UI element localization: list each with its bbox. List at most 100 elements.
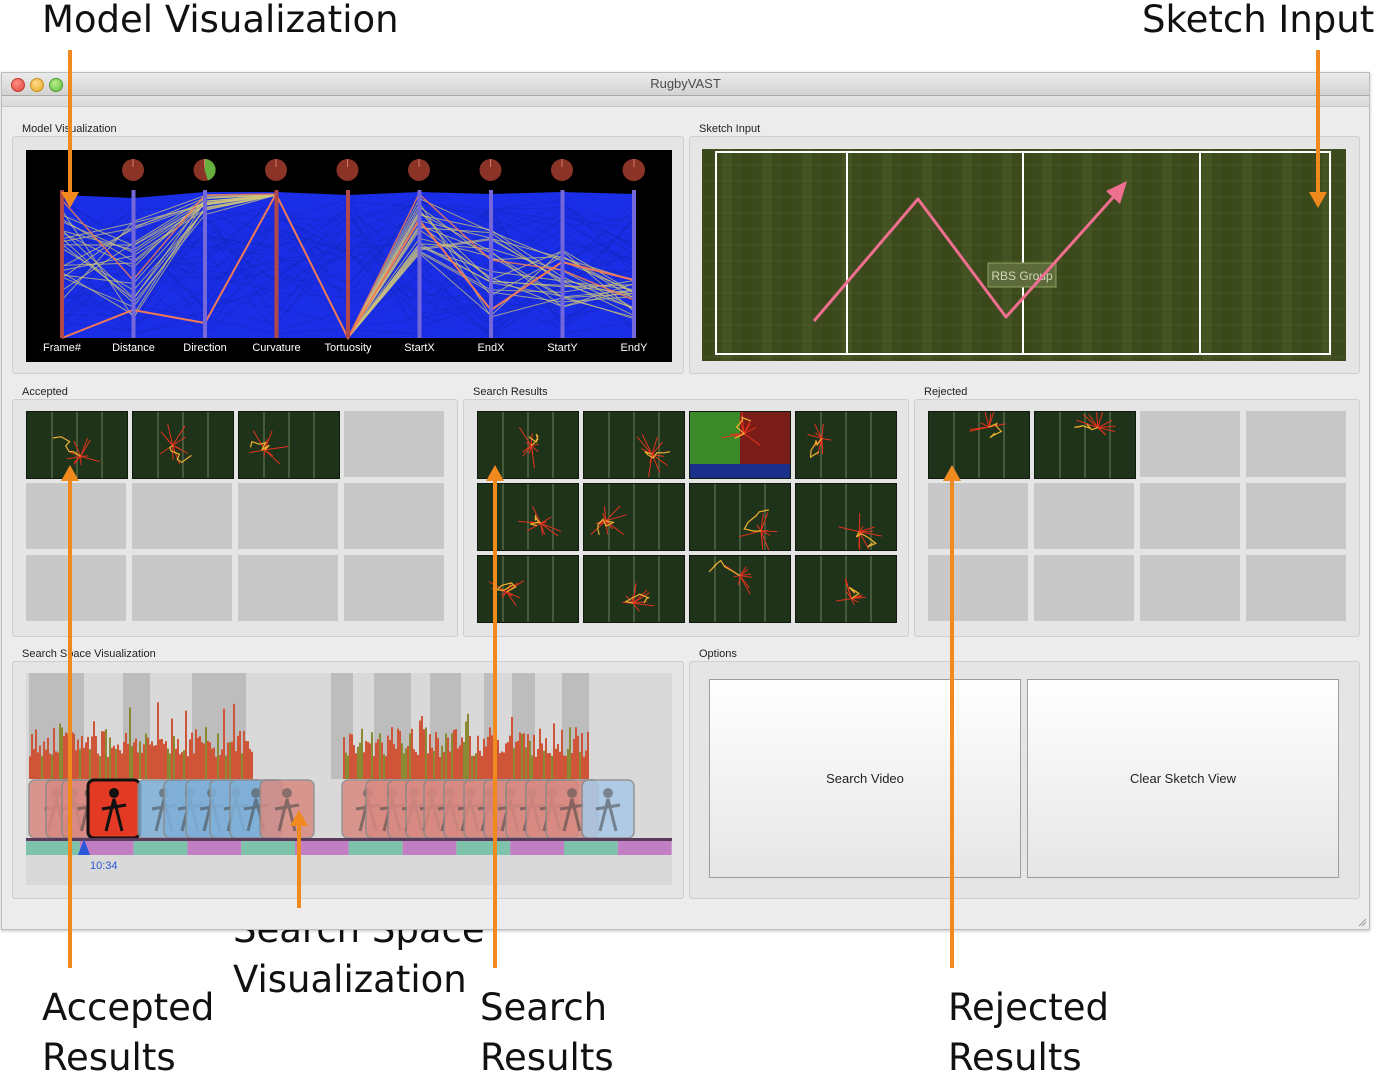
timeline-histogram-bar <box>411 729 413 779</box>
search-result-thumbnail[interactable] <box>477 555 579 623</box>
toolbar-strip <box>2 96 1369 107</box>
search-result-thumbnail[interactable] <box>583 483 685 551</box>
video-frame-thumbnail[interactable] <box>88 780 140 838</box>
callout-model-visualization: Model Visualization <box>42 0 399 45</box>
timeline-histogram-bar <box>83 748 85 779</box>
timeline-track-segment[interactable] <box>187 841 241 855</box>
timeline-histogram-bar <box>135 739 137 779</box>
timeline-track-segment[interactable] <box>510 841 564 855</box>
search-result-thumbnail[interactable] <box>477 483 579 551</box>
clear-sketch-view-button[interactable]: Clear Sketch View <box>1027 679 1339 878</box>
timeline-histogram-bar <box>365 741 367 779</box>
timeline-histogram-bar <box>519 732 521 779</box>
timeline-histogram-bar <box>403 753 405 779</box>
timeline-track-segment[interactable] <box>349 841 403 855</box>
timeline-histogram-bar <box>237 736 239 779</box>
timeline-histogram-bar <box>73 734 75 779</box>
timeline-histogram-bar <box>483 739 485 779</box>
timeline-histogram-bar <box>419 720 421 779</box>
search-result-thumbnail[interactable] <box>689 555 791 623</box>
timeline-histogram-bar <box>123 742 125 779</box>
rejected-thumbnail[interactable] <box>928 411 1030 479</box>
search-result-thumbnail[interactable] <box>689 483 791 551</box>
search-result-thumbnail[interactable] <box>795 555 897 623</box>
timeline-track-segment[interactable] <box>618 841 672 855</box>
pcp-axis-label: StartY <box>547 342 578 354</box>
search-result-thumbnail[interactable] <box>583 411 685 479</box>
timeline-histogram-bar <box>59 724 61 779</box>
timeline-histogram-bar <box>367 742 369 779</box>
timeline-histogram-bar <box>531 755 533 779</box>
timeline-histogram-bar <box>193 753 195 779</box>
search-space-timeline[interactable]: 10:34 <box>26 673 672 889</box>
timeline-track-segment[interactable] <box>26 841 80 855</box>
rejected-empty-slot <box>1034 555 1134 621</box>
timeline-histogram-bar <box>105 729 107 779</box>
timeline-histogram-bar <box>573 739 575 779</box>
search-results-grid <box>477 411 897 623</box>
timeline-histogram-bar <box>141 753 143 779</box>
callout-sketch-input: Sketch Input <box>1142 0 1374 45</box>
timeline-histogram-bar <box>385 756 387 779</box>
timeline-track-segment[interactable] <box>403 841 457 855</box>
timeline-histogram-bar <box>517 741 519 779</box>
timeline-histogram-bar <box>561 730 563 779</box>
accepted-empty-slot <box>26 555 126 621</box>
timeline-track-segment[interactable] <box>295 841 349 855</box>
timeline-histogram-bar <box>469 736 471 779</box>
timeline-histogram-bar <box>503 752 505 779</box>
timeline-histogram-bar <box>363 752 365 779</box>
timeline-histogram-bar <box>231 742 233 779</box>
sketch-input-panel: RBS Group <box>689 136 1360 374</box>
timeline-histogram-bar <box>89 749 91 779</box>
accepted-thumbnail[interactable] <box>26 411 128 479</box>
accepted-thumbnail[interactable] <box>238 411 340 479</box>
timeline-histogram-bar <box>55 751 57 779</box>
timeline-track-line <box>26 838 672 841</box>
timeline-histogram-bar <box>213 748 215 779</box>
timeline-histogram-bar <box>209 742 211 779</box>
timeline-histogram-bar <box>125 733 127 779</box>
timeline-histogram-bar <box>453 730 455 779</box>
timeline-histogram-bar <box>449 752 451 779</box>
timeline-histogram-bar <box>41 756 43 779</box>
timeline-histogram-bar <box>155 745 157 779</box>
search-result-thumbnail[interactable] <box>583 555 685 623</box>
timeline-track-segment[interactable] <box>241 841 295 855</box>
search-result-thumbnail[interactable] <box>689 411 791 479</box>
timeline-histogram-bar <box>463 742 465 779</box>
timeline-histogram-bar <box>485 747 487 779</box>
timeline-histogram-bar <box>147 738 149 779</box>
timeline-histogram-bar <box>77 740 79 779</box>
timeline-histogram-bar <box>115 749 117 779</box>
search-result-thumbnail[interactable] <box>477 411 579 479</box>
timeline-histogram-bar <box>31 734 33 779</box>
timeline-histogram-bar <box>39 745 41 779</box>
search-result-thumbnail[interactable] <box>795 411 897 479</box>
parallel-coordinates-plot[interactable]: Frame#DistanceDirectionCurvatureTortuosi… <box>26 150 672 362</box>
video-frame-thumbnail[interactable] <box>260 780 314 838</box>
timeline-histogram-bar <box>179 754 181 779</box>
timeline-track-segment[interactable] <box>564 841 618 855</box>
timeline-histogram-bar <box>355 753 357 779</box>
timeline-histogram-bar <box>451 733 453 779</box>
resize-grip-icon[interactable] <box>1357 917 1367 927</box>
timeline-histogram-bar <box>359 743 361 779</box>
timeline-histogram-bar <box>541 743 543 779</box>
timeline-histogram-bar <box>579 752 581 779</box>
timeline-histogram-bar <box>243 731 245 779</box>
accepted-thumbnail[interactable] <box>132 411 234 479</box>
video-frame-thumbnail[interactable] <box>582 780 634 838</box>
sketch-canvas[interactable]: RBS Group <box>702 149 1346 361</box>
search-result-thumbnail[interactable] <box>795 483 897 551</box>
timeline-track-segment[interactable] <box>456 841 510 855</box>
timeline-histogram-bar <box>63 736 65 779</box>
timeline-track-segment[interactable] <box>134 841 188 855</box>
rejected-thumbnail[interactable] <box>1034 411 1136 479</box>
timeline-histogram-bar <box>201 742 203 779</box>
timeline-histogram-bar <box>45 750 47 779</box>
timeline-histogram-bar <box>207 741 209 779</box>
pcp-axis-label: Distance <box>112 342 155 354</box>
search-video-button[interactable]: Search Video <box>709 679 1021 878</box>
timeline-histogram-bar <box>151 741 153 779</box>
